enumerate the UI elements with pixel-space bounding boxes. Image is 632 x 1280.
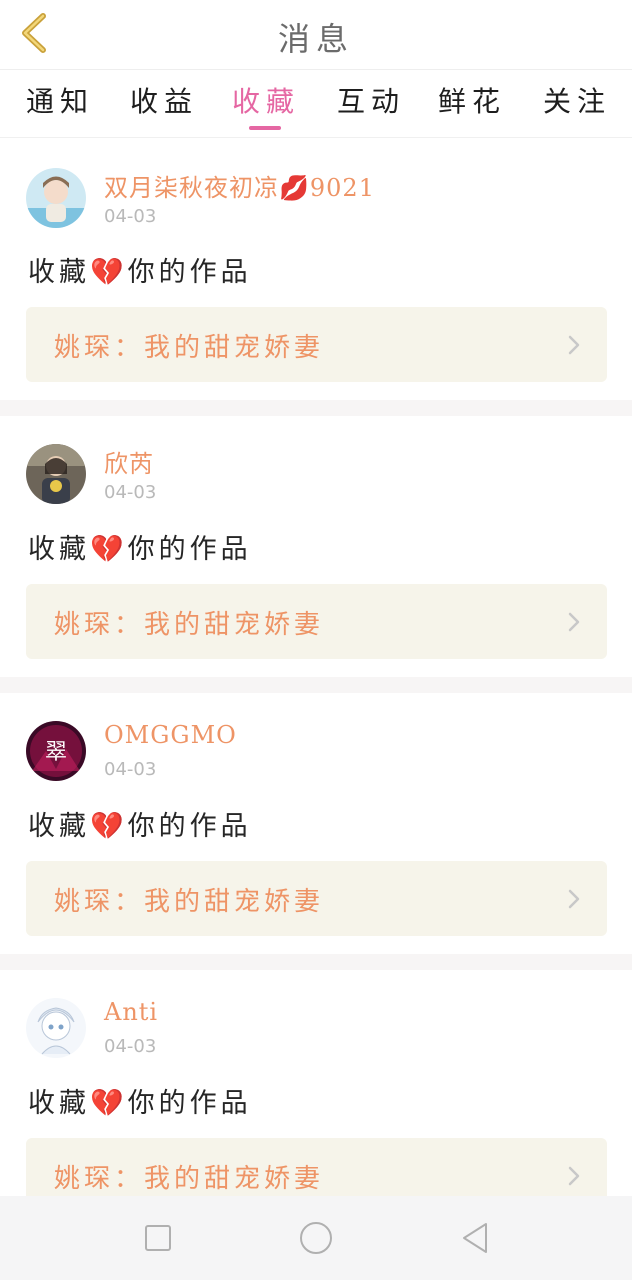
system-nav-bar (0, 1196, 632, 1280)
user-avatar-icon (26, 998, 86, 1058)
avatar[interactable] (26, 998, 86, 1058)
active-tab-indicator (249, 126, 281, 130)
tab-following[interactable]: 关注 (543, 80, 611, 132)
work-title: 姚琛：我的甜宠娇妻 (54, 610, 325, 640)
chevron-right-icon (568, 889, 580, 909)
user-avatar-icon (26, 444, 86, 504)
tab-flowers[interactable]: 鲜花 (438, 80, 506, 132)
timestamp: 04-03 (104, 759, 157, 780)
tab-favorites[interactable]: 收藏 (232, 80, 300, 132)
home-icon[interactable] (298, 1220, 334, 1256)
user-avatar-icon: 翠 (26, 721, 86, 781)
list-item: 双月柒秋夜初凉💋9021 04-03 收藏💔你的作品 姚琛：我的甜宠娇妻 (0, 140, 632, 400)
action-text: 收藏💔你的作品 (28, 1088, 252, 1119)
username[interactable]: 双月柒秋夜初凉💋9021 (104, 168, 375, 203)
list-item: 翠 OMGGMO 04-03 收藏💔你的作品 姚琛：我的甜宠娇妻 (0, 693, 632, 954)
timestamp: 04-03 (104, 206, 157, 227)
tab-interactions[interactable]: 互动 (337, 80, 405, 132)
list-item: Anti 04-03 收藏💔你的作品 姚琛：我的甜宠娇妻 (0, 970, 632, 1213)
chevron-right-icon (568, 612, 580, 632)
work-title: 姚琛：我的甜宠娇妻 (54, 887, 325, 917)
avatar[interactable] (26, 444, 86, 504)
chevron-right-icon (568, 335, 580, 355)
action-text: 收藏💔你的作品 (28, 257, 252, 288)
timestamp: 04-03 (104, 482, 157, 503)
chevron-right-icon (568, 1166, 580, 1186)
username[interactable]: OMGGMO (104, 721, 237, 749)
work-title: 姚琛：我的甜宠娇妻 (54, 1164, 325, 1194)
back-triangle-icon[interactable] (458, 1220, 494, 1256)
work-link[interactable]: 姚琛：我的甜宠娇妻 (26, 307, 607, 382)
action-text: 收藏💔你的作品 (28, 811, 252, 842)
page-title: 消息 (277, 20, 354, 58)
username[interactable]: Anti (104, 998, 158, 1026)
action-text: 收藏💔你的作品 (28, 534, 252, 565)
user-avatar-icon (26, 168, 86, 228)
work-title: 姚琛：我的甜宠娇妻 (54, 333, 325, 363)
username[interactable]: 欣芮 (104, 444, 154, 479)
svg-text:翠: 翠 (45, 740, 67, 765)
tab-notice[interactable]: 通知 (26, 80, 94, 132)
tab-bar: 通知 收益 收藏 互动 鲜花 关注 (0, 70, 632, 138)
divider (0, 677, 632, 693)
timestamp: 04-03 (104, 1036, 157, 1057)
tab-earnings[interactable]: 收益 (130, 80, 198, 132)
list-item: 欣芮 04-03 收藏💔你的作品 姚琛：我的甜宠娇妻 (0, 416, 632, 677)
avatar[interactable]: 翠 (26, 721, 86, 781)
work-link[interactable]: 姚琛：我的甜宠娇妻 (26, 861, 607, 936)
recent-apps-icon[interactable] (140, 1220, 176, 1256)
top-bar: 消息 (0, 0, 632, 70)
avatar[interactable] (26, 168, 86, 228)
divider (0, 954, 632, 970)
work-link[interactable]: 姚琛：我的甜宠娇妻 (26, 584, 607, 659)
divider (0, 400, 632, 416)
